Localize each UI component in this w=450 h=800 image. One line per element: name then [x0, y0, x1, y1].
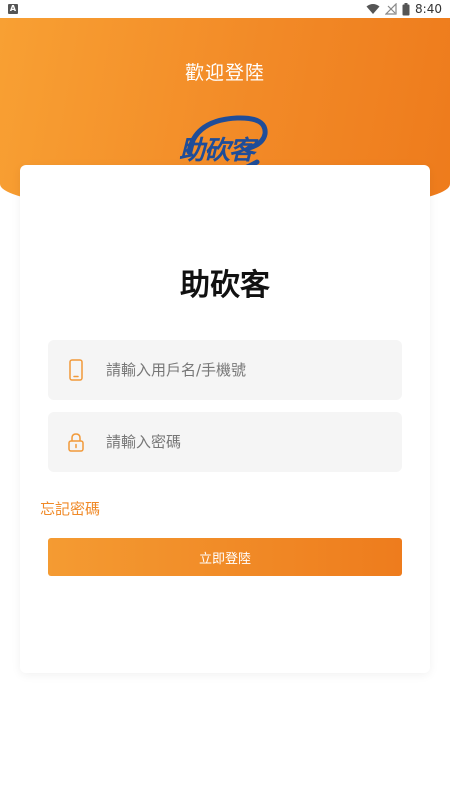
wifi-icon	[366, 3, 380, 15]
username-input[interactable]	[106, 361, 366, 379]
app-title: 助砍客	[180, 268, 270, 303]
logo-wordmark: 助砍客	[179, 136, 255, 166]
username-field[interactable]	[48, 340, 402, 400]
login-screen: A 8:40 歡迎登陸 助砍客 助砍客 請輸入用戶名/手機號 忘記密碼 立即登陸	[0, 0, 450, 800]
login-button[interactable]: 立即登陸	[48, 538, 402, 576]
clock: 8:40	[415, 2, 442, 16]
password-input[interactable]	[106, 433, 366, 451]
password-field[interactable]	[48, 412, 402, 472]
notification-icon: A	[8, 4, 18, 14]
battery-icon	[402, 2, 410, 16]
forgot-password-link[interactable]: 忘記密碼	[40, 498, 100, 519]
signal-icon	[385, 3, 397, 15]
status-bar: A 8:40	[0, 0, 450, 18]
welcome-title: 歡迎登陸	[184, 62, 265, 84]
phone-icon	[68, 359, 84, 381]
login-card: 助砍客 忘記密碼 立即登陸	[20, 165, 430, 673]
lock-icon	[68, 431, 84, 453]
